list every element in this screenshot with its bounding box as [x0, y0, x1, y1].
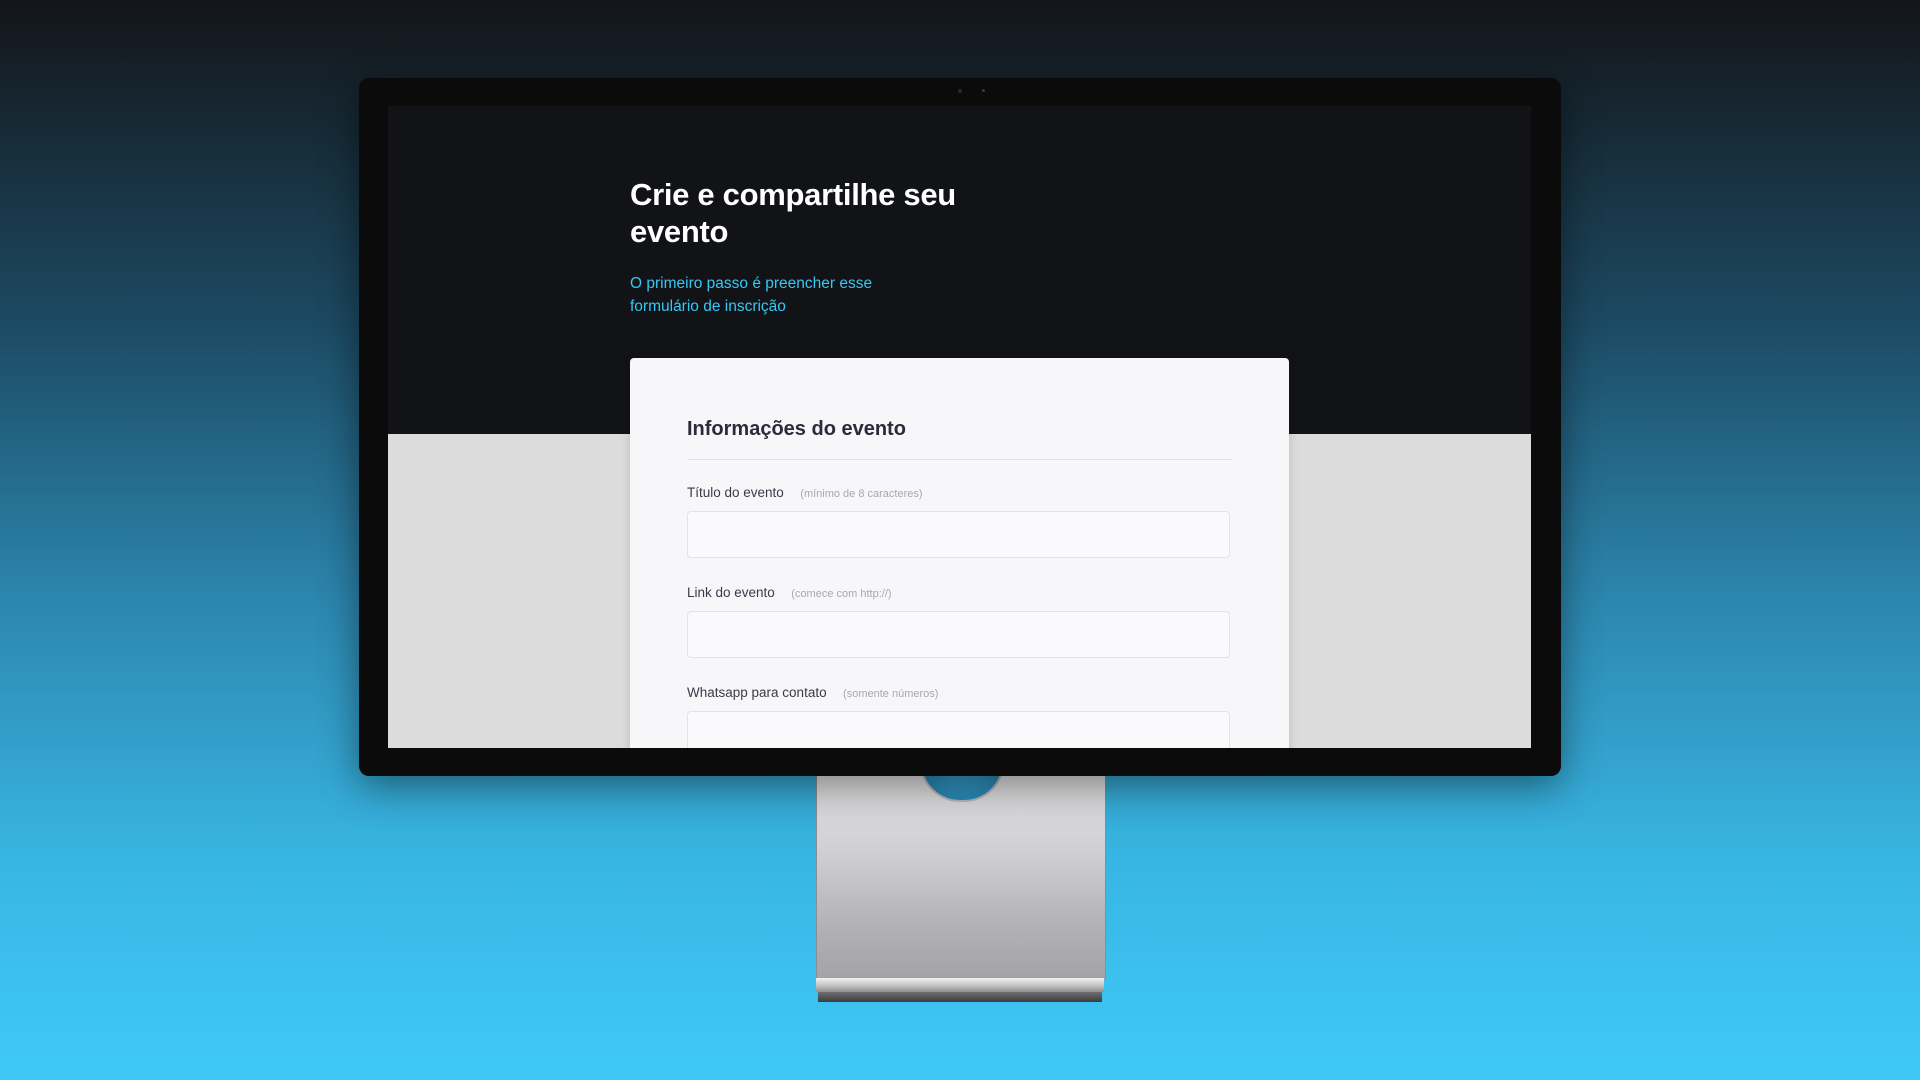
- whatsapp-label: Whatsapp para contato: [687, 685, 827, 700]
- event-title-label-row: Título do evento (mínimo de 8 caracteres…: [687, 484, 923, 502]
- event-form-card: Informações do evento Título do evento (…: [630, 358, 1289, 748]
- hero-subtitle: O primeiro passo é preencher esse formul…: [630, 275, 873, 315]
- stand-foot: [818, 992, 1102, 1002]
- monitor: Crie e compartilhe seu evento O primeiro…: [359, 78, 1561, 776]
- whatsapp-label-row: Whatsapp para contato (somente números): [687, 684, 938, 702]
- form-title: Informações do evento: [687, 418, 906, 440]
- event-link-label-row: Link do evento (comece com http://): [687, 584, 892, 602]
- event-link-label: Link do evento: [687, 585, 775, 600]
- whatsapp-input[interactable]: [687, 711, 1230, 748]
- whatsapp-hint: (somente números): [843, 688, 939, 700]
- camera-sensor: [958, 89, 962, 93]
- screen: Crie e compartilhe seu evento O primeiro…: [388, 106, 1531, 748]
- stand-base: [816, 978, 1104, 992]
- event-title-label: Título do evento: [687, 485, 784, 500]
- event-link-hint: (comece com http://): [791, 588, 892, 600]
- form-divider: [687, 459, 1232, 460]
- camera-indicator: [982, 89, 985, 92]
- event-title-hint: (mínimo de 8 caracteres): [800, 488, 923, 500]
- event-title-input[interactable]: [687, 511, 1230, 558]
- hero-title: Crie e compartilhe seu evento: [630, 177, 956, 249]
- event-link-input[interactable]: [687, 611, 1230, 658]
